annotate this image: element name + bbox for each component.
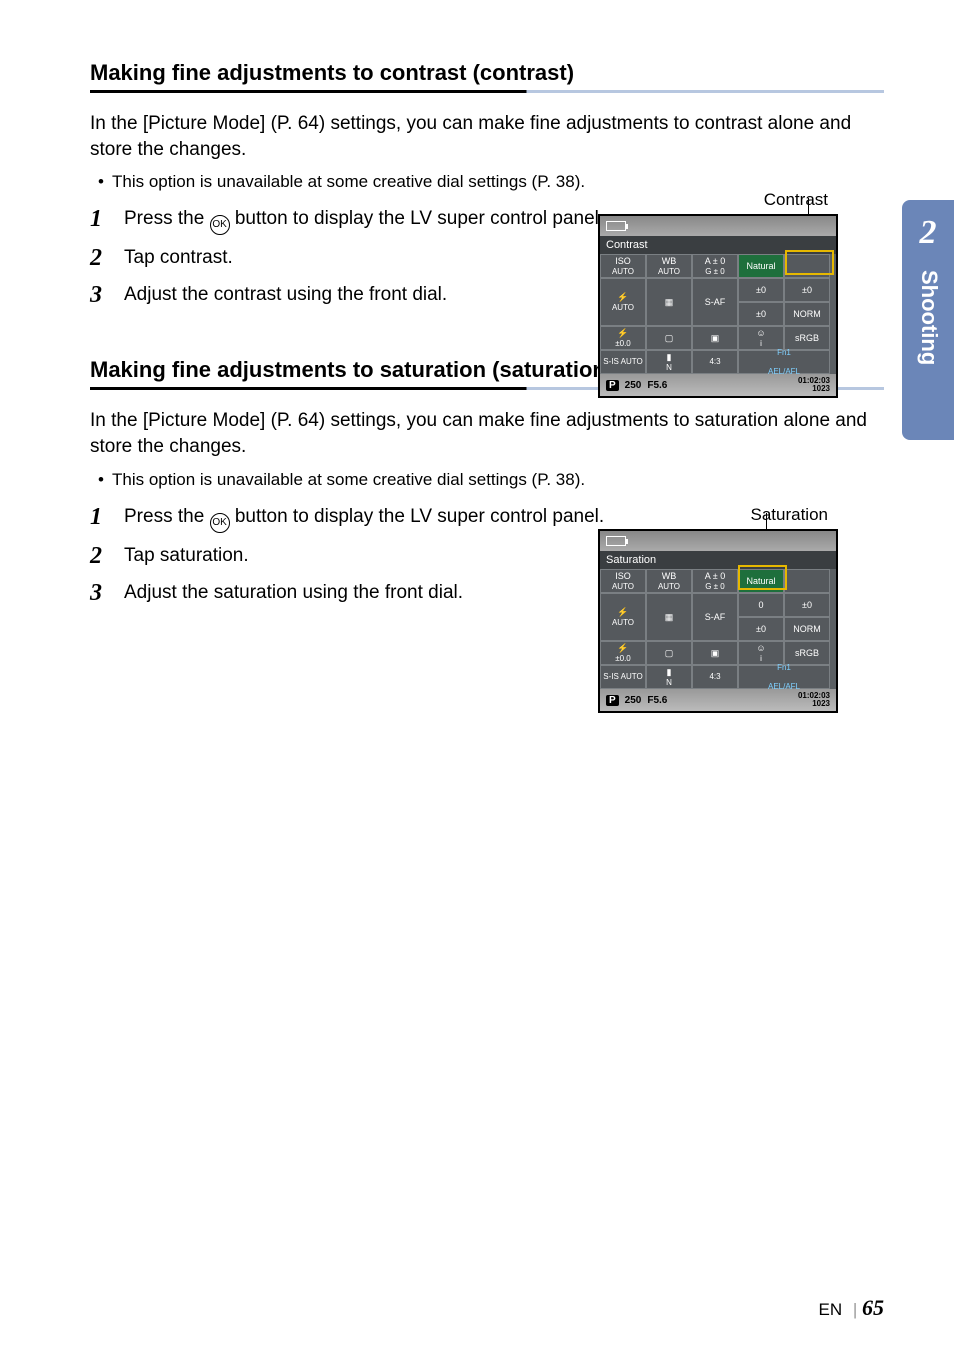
lv-panel: Contrast ISOAUTO WBAUTO A ± 0G ± 0 Natur… <box>598 214 838 398</box>
cell-flash: ⚡AUTO <box>600 593 646 641</box>
cell-saf: S-AF <box>692 278 738 326</box>
step-number: 3 <box>90 580 124 607</box>
battery-icon <box>606 536 626 546</box>
lv-panel: Saturation ISOAUTO WBAUTO A ± 0G ± 0 Nat… <box>598 529 838 713</box>
shot-count: 1023 <box>812 384 830 393</box>
note-bullet: • This option is unavailable at some cre… <box>98 470 884 490</box>
cell-hl: ±0 <box>738 302 784 326</box>
intro-text: In the [Picture Mode] (P. 64) settings, … <box>90 408 884 459</box>
cell-srgb: sRGB <box>784 641 830 665</box>
section-title: Making fine adjustments to contrast (con… <box>90 60 884 86</box>
page: 2 Shooting Making fine adjustments to co… <box>0 0 954 1357</box>
page-footer: EN | 65 <box>818 1295 884 1321</box>
panel-topbar <box>600 531 836 551</box>
cell-drive: ▢ <box>646 326 692 350</box>
panel-grid: ISOAUTO WBAUTO A ± 0G ± 0 Natural ⚡AUTO … <box>600 569 836 689</box>
cell-meter: ▣ <box>692 641 738 665</box>
chapter-tab: 2 Shooting <box>902 200 954 440</box>
step-text: Press the OK button to display the LV su… <box>124 504 604 533</box>
cell-iso: ISOAUTO <box>600 254 646 278</box>
aperture-value: F5.6 <box>647 380 667 391</box>
cell-fn: Fn1AEL/AFL <box>738 350 830 374</box>
step-text: Adjust the contrast using the front dial… <box>124 282 447 308</box>
cell-afarea: ▦ <box>646 593 692 641</box>
cell-flash: ⚡AUTO <box>600 278 646 326</box>
cell-meter: ▣ <box>692 326 738 350</box>
cell-face: ☺i <box>738 641 784 665</box>
step-number: 1 <box>90 206 124 233</box>
cell-ev: ⚡±0.0 <box>600 641 646 665</box>
cell-empty <box>784 254 830 278</box>
shutter-value: 250 <box>625 380 642 391</box>
figure-saturation: Saturation Saturation ISOAUTO WBAUTO A ±… <box>598 505 838 713</box>
panel-grid: ISOAUTO WBAUTO A ± 0G ± 0 Natural ⚡AUTO … <box>600 254 836 374</box>
cell-fn: Fn1AEL/AFL <box>738 665 830 689</box>
cell-natural: Natural <box>738 254 784 278</box>
cell-ag: A ± 0G ± 0 <box>692 254 738 278</box>
cell-norm: NORM <box>784 617 830 641</box>
mode-indicator: P <box>606 380 619 391</box>
note-text: This option is unavailable at some creat… <box>112 470 585 490</box>
shot-count: 1023 <box>812 699 830 708</box>
note-text: This option is unavailable at some creat… <box>112 172 585 192</box>
aperture-value: F5.6 <box>647 695 667 706</box>
cell-empty <box>784 569 830 593</box>
panel-bottom: P 250 F5.6 01:02:031023 <box>600 689 836 711</box>
cell-sharp: ±0 <box>738 278 784 302</box>
cell-saf: S-AF <box>692 593 738 641</box>
bullet-icon: • <box>98 172 112 192</box>
figure-contrast: Contrast Contrast ISOAUTO WBAUTO A ± 0G … <box>598 190 838 398</box>
cell-contrast: ±0 <box>784 593 830 617</box>
step-number: 2 <box>90 245 124 272</box>
step-number: 3 <box>90 282 124 309</box>
panel-topbar <box>600 216 836 236</box>
lang-label: EN <box>818 1300 842 1319</box>
cell-srgb: sRGB <box>784 326 830 350</box>
step-text: Adjust the saturation using the front di… <box>124 580 463 606</box>
cell-hl: ±0 <box>738 617 784 641</box>
cell-natural: Natural <box>738 569 784 593</box>
mode-indicator: P <box>606 695 619 706</box>
cell-wb: WBAUTO <box>646 254 692 278</box>
title-underline <box>90 90 884 93</box>
figure-label: Saturation <box>598 505 838 525</box>
cell-sis: S-IS AUTO <box>600 350 646 374</box>
step-number: 1 <box>90 504 124 531</box>
cell-sis: S-IS AUTO <box>600 665 646 689</box>
intro-text: In the [Picture Mode] (P. 64) settings, … <box>90 111 884 162</box>
battery-icon <box>606 221 626 231</box>
step-text: Tap contrast. <box>124 245 233 271</box>
step-number: 2 <box>90 543 124 570</box>
cell-ag: A ± 0G ± 0 <box>692 569 738 593</box>
callout-line <box>766 513 767 529</box>
cell-iso: ISOAUTO <box>600 569 646 593</box>
panel-banner: Contrast <box>600 236 836 254</box>
cell-contrast: ±0 <box>784 278 830 302</box>
step-text: Press the OK button to display the LV su… <box>124 206 604 235</box>
cell-wb: WBAUTO <box>646 569 692 593</box>
panel-banner: Saturation <box>600 551 836 569</box>
shutter-value: 250 <box>625 695 642 706</box>
cell-sharp: 0 <box>738 593 784 617</box>
step-text: Tap saturation. <box>124 543 249 569</box>
bullet-icon: • <box>98 470 112 490</box>
panel-bottom: P 250 F5.6 01:02:031023 <box>600 374 836 396</box>
callout-line <box>808 198 809 214</box>
chapter-number: 2 <box>902 214 954 252</box>
cell-quality: ▮N <box>646 665 692 689</box>
cell-ev: ⚡±0.0 <box>600 326 646 350</box>
cell-ratio: 4:3 <box>692 665 738 689</box>
cell-drive: ▢ <box>646 641 692 665</box>
page-number: 65 <box>862 1295 884 1320</box>
cell-ratio: 4:3 <box>692 350 738 374</box>
cell-quality: ▮N <box>646 350 692 374</box>
figure-label: Contrast <box>598 190 838 210</box>
ok-button-icon: OK <box>210 513 230 533</box>
cell-norm: NORM <box>784 302 830 326</box>
chapter-label: Shooting <box>916 270 942 365</box>
ok-button-icon: OK <box>210 215 230 235</box>
cell-face: ☺i <box>738 326 784 350</box>
cell-afarea: ▦ <box>646 278 692 326</box>
